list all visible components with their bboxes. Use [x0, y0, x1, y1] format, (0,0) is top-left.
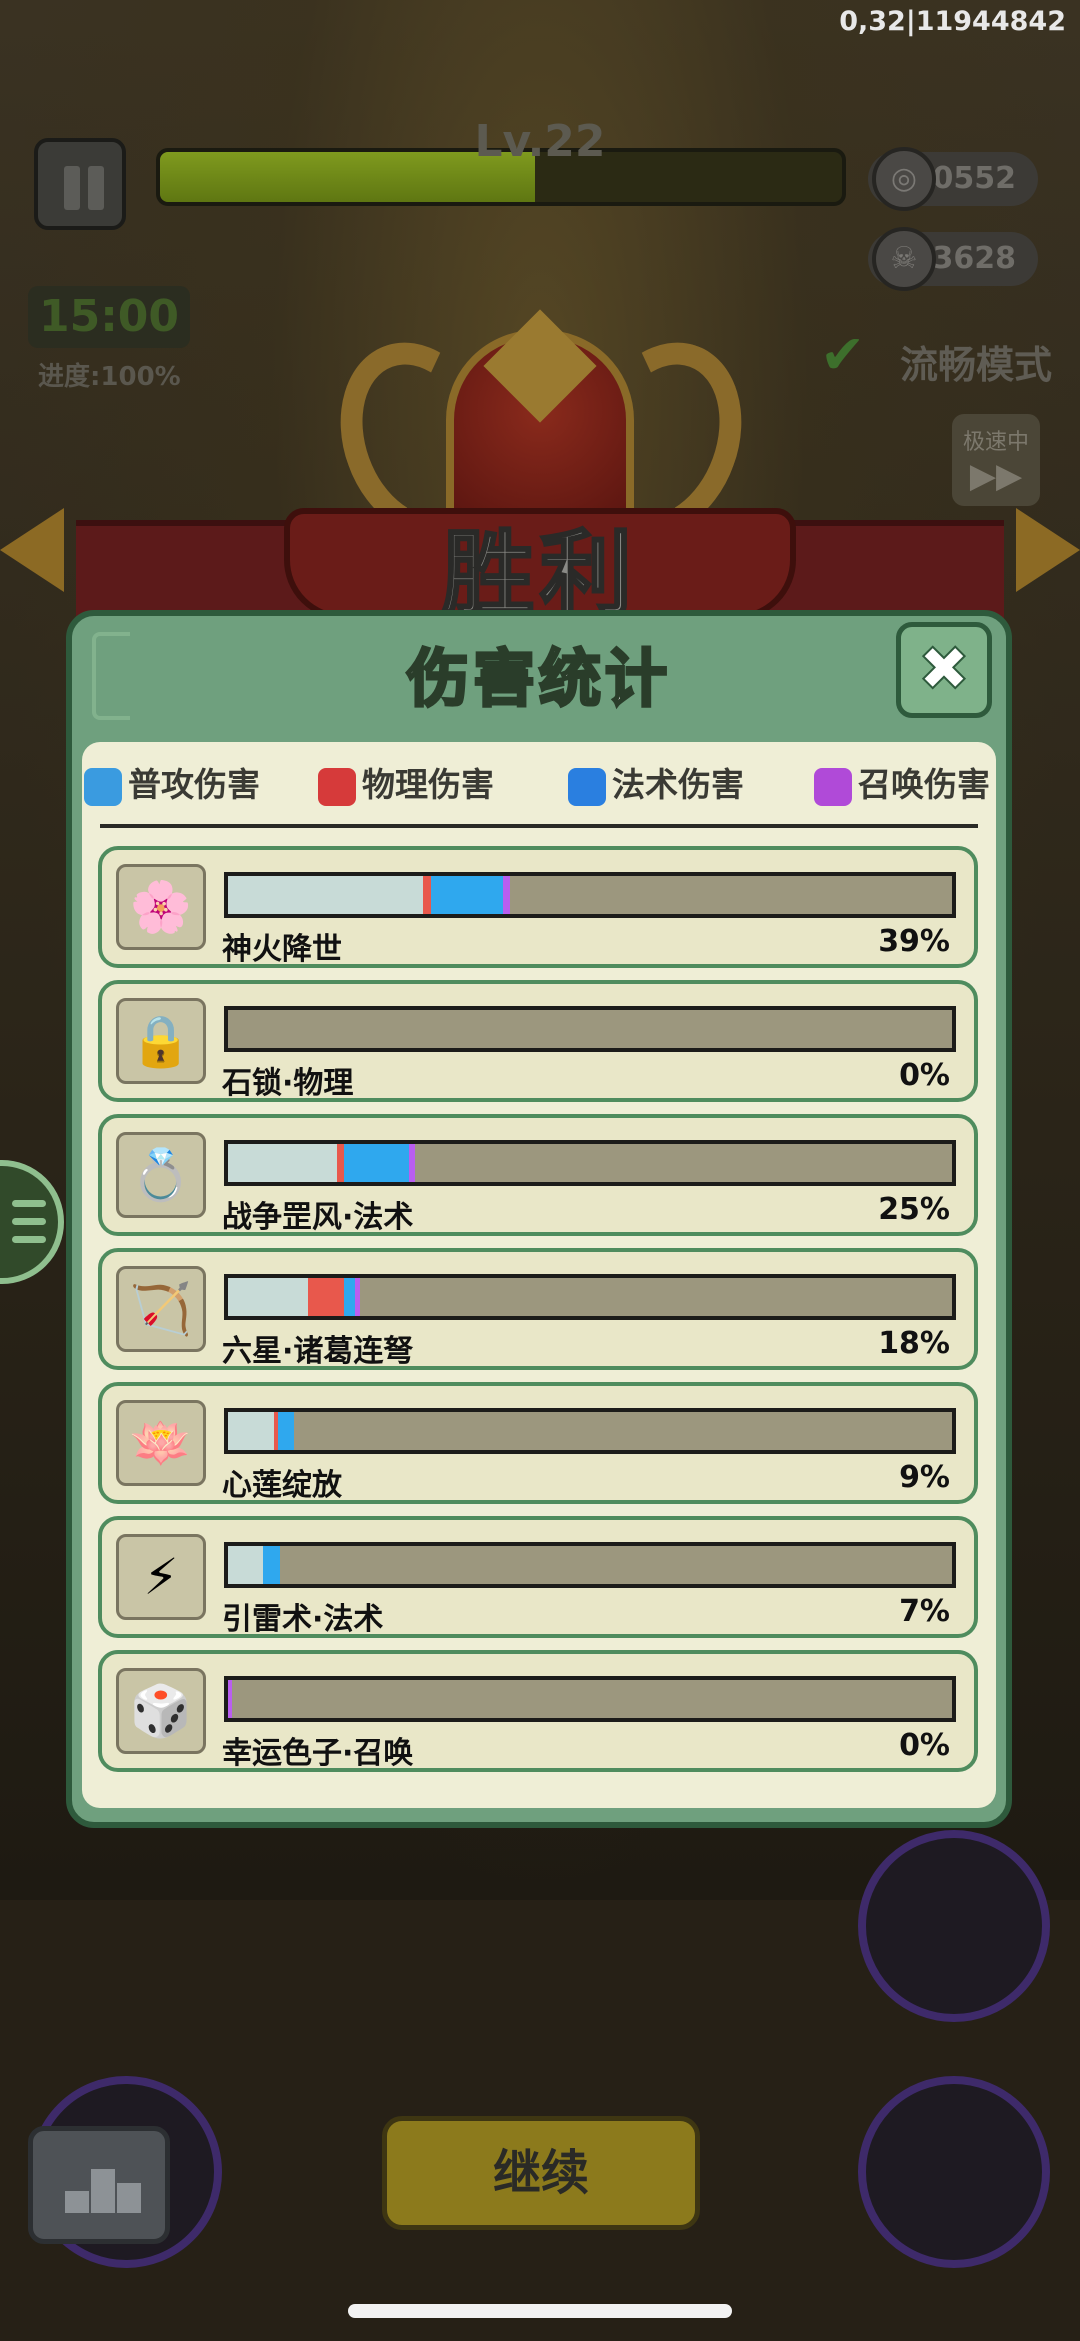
close-icon: ✖ [917, 631, 971, 706]
damage-bar [224, 1542, 956, 1588]
legend-magic: 法术伤害 [568, 752, 744, 818]
damage-source-name: 石锁·物理 [222, 1066, 354, 1101]
segment-normal [228, 1546, 263, 1584]
damage-percent: 0% [899, 1058, 950, 1093]
damage-row: 🎲 幸运色子·召唤 0% [98, 1650, 978, 1772]
coin-icon: ◎ [872, 147, 936, 211]
legend-normal: 普攻伤害 [84, 752, 260, 818]
segment-magic [430, 876, 504, 914]
debug-readout: 0,32|11944842 [839, 6, 1066, 37]
damage-row: 🌸 神火降世 39% [98, 846, 978, 968]
banner-arrow-left-icon [0, 508, 64, 592]
damage-row: 💍 战争罡风·法术 25% [98, 1114, 978, 1236]
damage-row: 🏹 六星·诸葛连弩 18% [98, 1248, 978, 1370]
golden-ring-icon: 💍 [116, 1132, 206, 1218]
level-label: Lv.22 [474, 116, 606, 167]
continue-button[interactable]: 继续 [382, 2116, 700, 2230]
skill-slot-feather-icon [858, 2076, 1050, 2268]
legend-divider [100, 824, 978, 828]
sword-icon [84, 767, 122, 806]
segment-normal [228, 1412, 275, 1450]
progress-label: 进度:100% [38, 362, 181, 392]
damage-bar [224, 1274, 956, 1320]
damage-source-name: 六星·诸葛连弩 [222, 1334, 414, 1369]
skull-icon: ☠ [872, 227, 936, 291]
close-button[interactable]: ✖ [896, 622, 992, 718]
damage-percent: 0% [899, 1728, 950, 1763]
damage-bar [224, 1676, 956, 1722]
segment-normal [228, 1144, 337, 1182]
dice-icon: 🎲 [116, 1668, 206, 1754]
damage-percent: 18% [878, 1326, 950, 1361]
segment-normal [228, 876, 424, 914]
segment-normal [228, 1278, 308, 1316]
damage-percent: 7% [899, 1594, 950, 1629]
segment-summon [503, 876, 511, 914]
crossbow-icon: 🏹 [116, 1266, 206, 1352]
pause-button[interactable] [34, 138, 126, 230]
skill-slot-dragon-icon [858, 1830, 1050, 2022]
damage-percent: 39% [878, 924, 950, 959]
damage-row: ⚡ 引雷术·法术 7% [98, 1516, 978, 1638]
speed-button[interactable]: 极速中 ▶▶ [952, 414, 1040, 506]
segment-magic [343, 1278, 356, 1316]
damage-percent: 25% [878, 1192, 950, 1227]
purple-lotus-icon: 🪷 [116, 1400, 206, 1486]
damage-bar [224, 1140, 956, 1186]
smooth-mode-toggle[interactable]: 流畅模式 [900, 334, 1052, 389]
segment-physical [423, 876, 431, 914]
podium-icon [65, 2191, 89, 2213]
checkmark-icon[interactable]: ✔ [820, 328, 880, 382]
damage-source-name: 引雷术·法术 [222, 1602, 384, 1637]
damage-row: 🔒 石锁·物理 0% [98, 980, 978, 1102]
legend-summon: 召唤伤害 [814, 752, 990, 818]
damage-legend: 普攻伤害 物理伤害 法术伤害 召唤伤害 [82, 752, 996, 818]
fast-forward-icon: ▶▶ [969, 456, 1023, 496]
damage-source-name: 神火降世 [222, 932, 342, 967]
panel-title: 伤害统计 [405, 641, 671, 717]
menu-icon [12, 1200, 46, 1207]
segment-magic [343, 1144, 409, 1182]
fire-lotus-icon: 🌸 [116, 864, 206, 950]
segment-physical [336, 1144, 344, 1182]
damage-source-name: 心莲绽放 [222, 1468, 342, 1503]
damage-bar [224, 1408, 956, 1454]
pause-icon [64, 166, 80, 210]
home-indicator [348, 2304, 732, 2318]
segment-summon [355, 1278, 360, 1316]
claw-icon [318, 767, 356, 806]
stone-lock-icon: 🔒 [116, 998, 206, 1084]
damage-row: 🪷 心莲绽放 9% [98, 1382, 978, 1504]
speed-label: 极速中 [962, 430, 1029, 455]
damage-source-name: 战争罡风·法术 [222, 1200, 414, 1235]
damage-bar [224, 1006, 956, 1052]
segment-summon [409, 1144, 415, 1182]
ranking-button[interactable] [28, 2126, 170, 2244]
damage-source-name: 幸运色子·召唤 [222, 1736, 414, 1771]
segment-magic [262, 1546, 281, 1584]
segment-physical [307, 1278, 344, 1316]
lightning-icon: ⚡ [116, 1534, 206, 1620]
flame-icon [568, 767, 606, 806]
paw-icon [814, 767, 852, 806]
legend-physical: 物理伤害 [318, 752, 494, 818]
game-timer: 15:00 [28, 286, 190, 348]
damage-bar [224, 872, 956, 918]
damage-percent: 9% [899, 1460, 950, 1495]
segment-summon [228, 1680, 232, 1718]
segment-magic [277, 1412, 294, 1450]
banner-arrow-right-icon [1016, 508, 1080, 592]
